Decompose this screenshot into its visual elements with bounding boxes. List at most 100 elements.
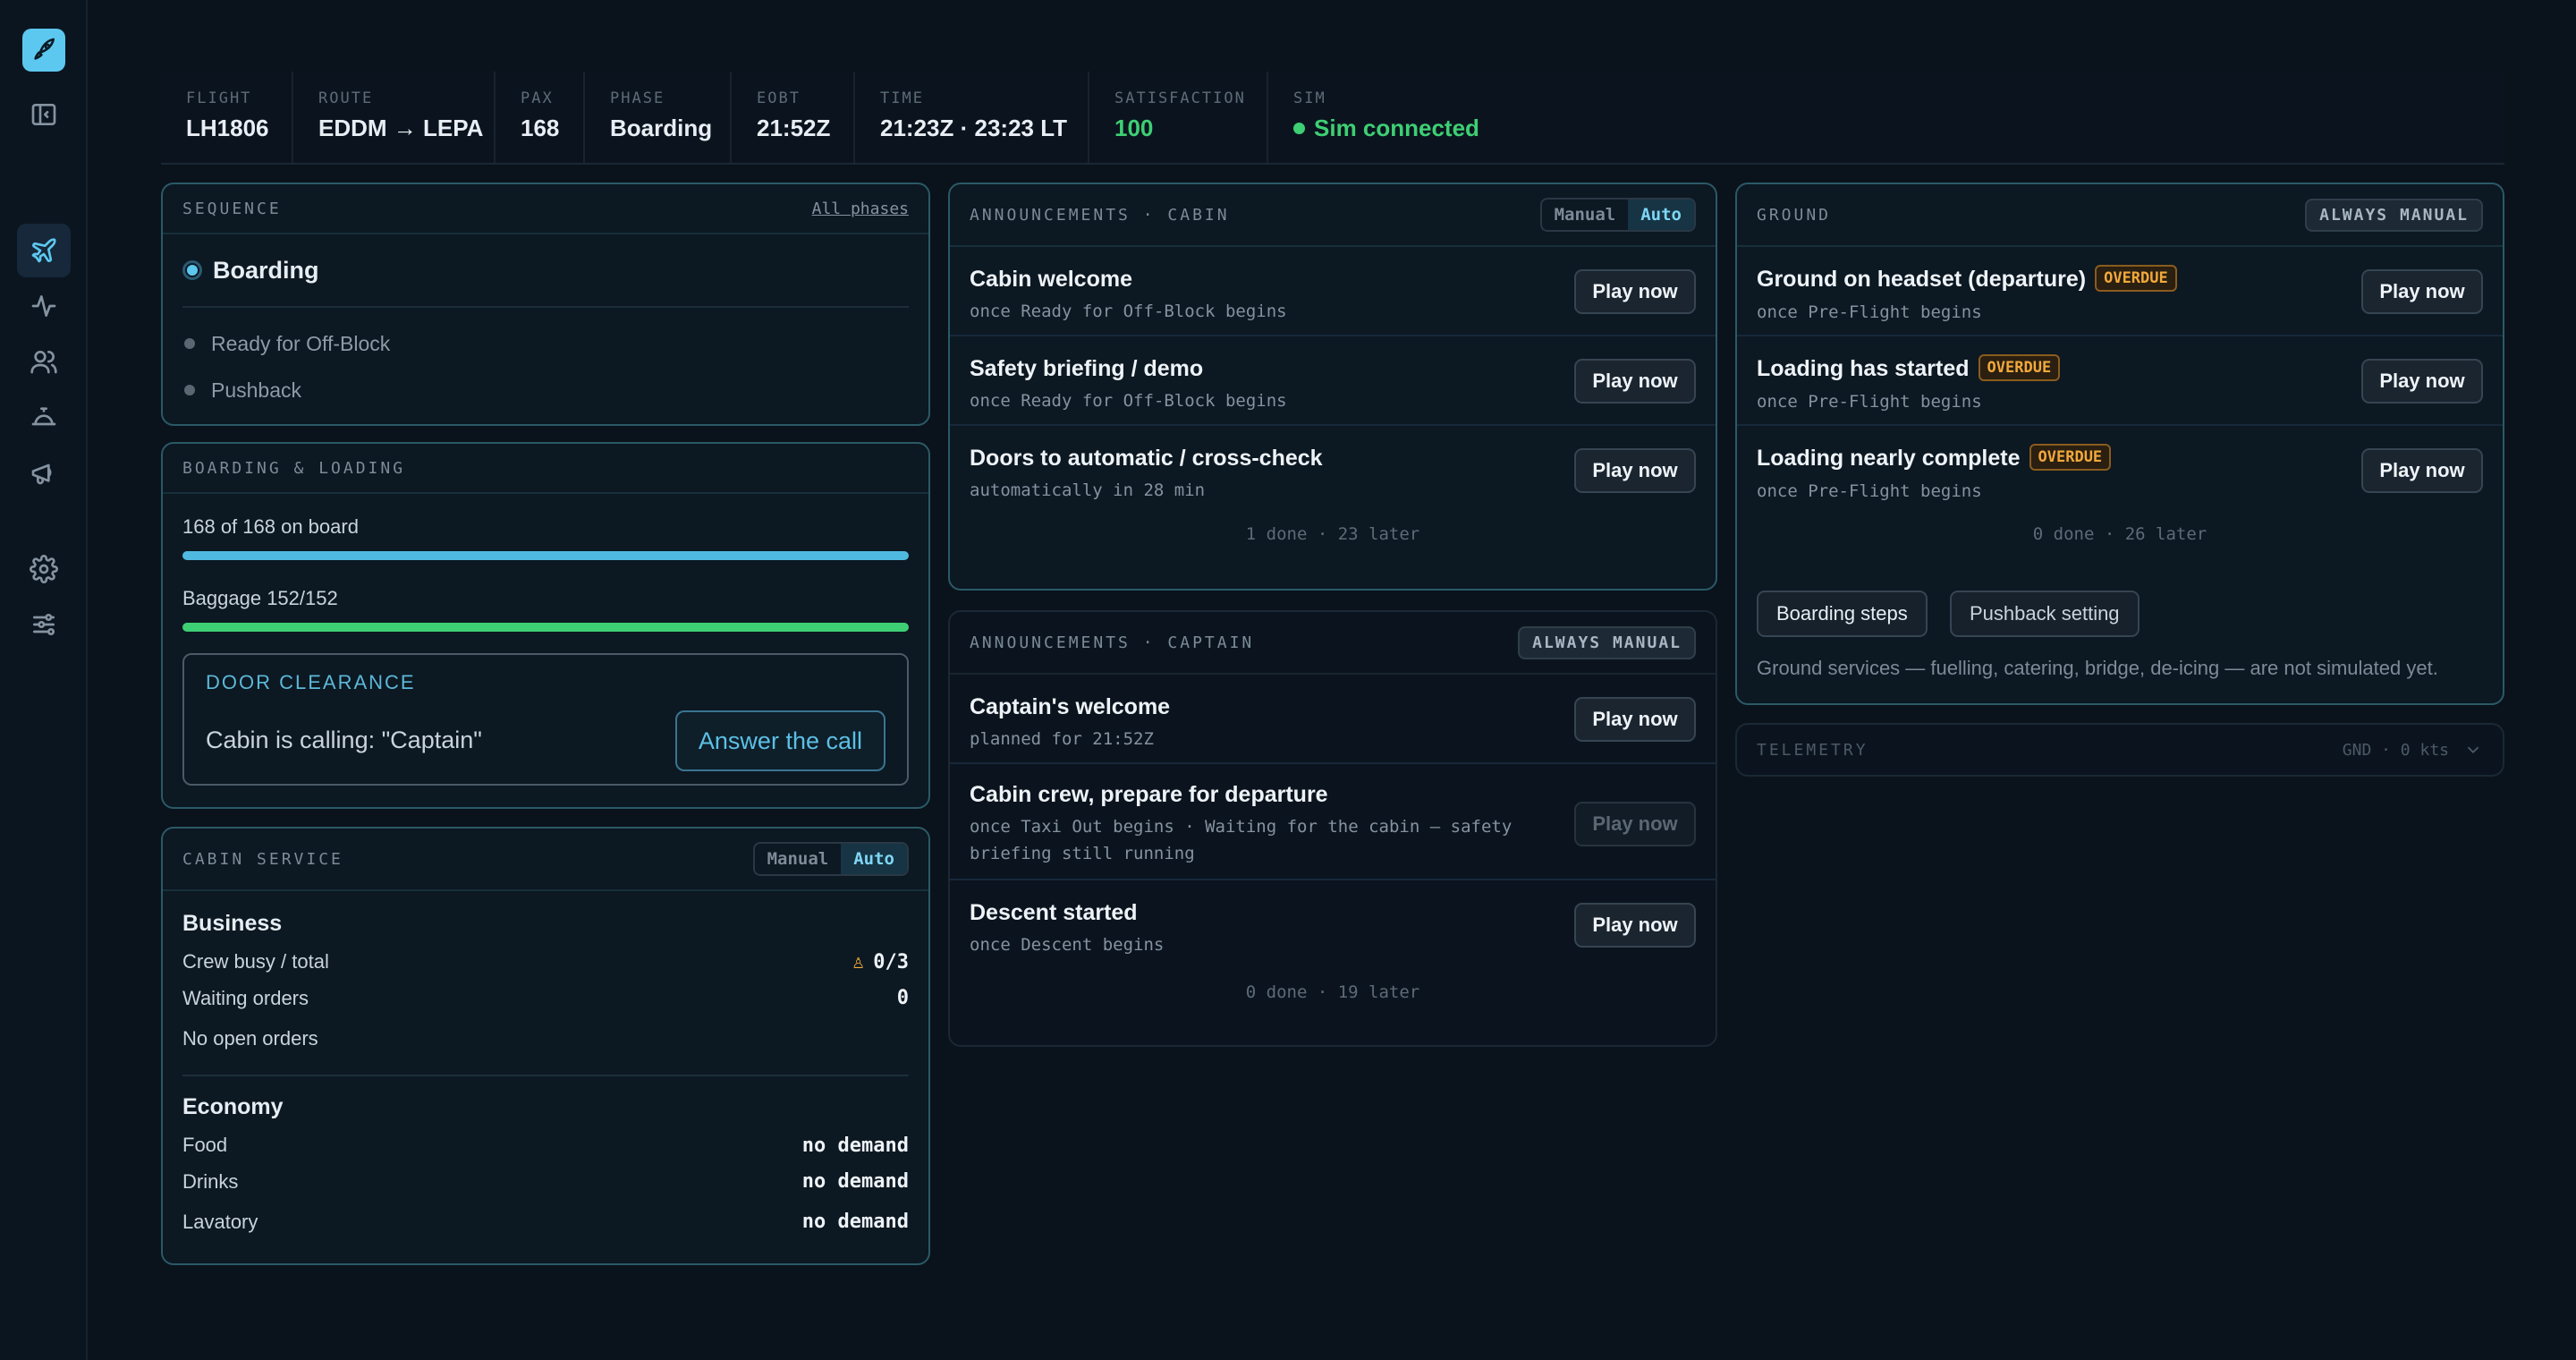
pending-dot [184, 385, 195, 395]
cabin-service-title: CABIN SERVICE [182, 849, 343, 869]
baggage-label: Baggage 152/152 [182, 587, 338, 609]
play-now-button[interactable]: Play now [1574, 697, 1696, 742]
baggage-progress-fill [182, 623, 909, 632]
sidebar [0, 0, 88, 1360]
overdue-badge: OVERDUE [1978, 354, 2061, 382]
nav-passengers[interactable] [17, 335, 71, 388]
mode-manual-option[interactable]: Manual [1542, 200, 1629, 230]
panel-left-icon [31, 104, 56, 125]
nav-announcements[interactable] [17, 446, 71, 499]
announcement-item: Cabin welcome once Ready for Off-Block b… [950, 247, 1716, 336]
current-phase: Boarding [163, 234, 928, 306]
pushback-setting-button[interactable]: Pushback setting [1950, 591, 2140, 637]
ground-title: GROUND [1757, 205, 1832, 225]
header-satisfaction: SATISFACTION 100 [1089, 72, 1268, 163]
rocket-icon [34, 38, 55, 60]
telemetry-summary: GND · 0 kts [2342, 740, 2449, 760]
cabin-announcements-mode-toggle: Manual Auto [1539, 198, 1696, 232]
pax-progress-fill [182, 551, 909, 560]
play-now-button[interactable]: Play now [1574, 359, 1696, 404]
announcement-item: Descent started once Descent begins Play… [950, 880, 1716, 970]
cabin-service-panel: CABIN SERVICE Manual Auto Business Crew … [161, 827, 930, 1265]
overdue-badge: OVERDUE [2029, 444, 2112, 472]
telemetry-panel[interactable]: TELEMETRY GND · 0 kts [1735, 723, 2504, 777]
sim-status-dot [1293, 122, 1305, 134]
header-phase: PHASE Boarding [585, 72, 732, 163]
sequence-title: SEQUENCE [182, 199, 282, 218]
announcement-item: Cabin crew, prepare for departure once T… [950, 764, 1716, 880]
service-bell-icon [31, 407, 56, 426]
cabin-announcements-panel: ANNOUNCEMENTS · CABIN Manual Auto Cabin … [948, 183, 1717, 591]
announcement-item: Captain's welcome planned for 21:52Z Pla… [950, 675, 1716, 764]
gear-icon [30, 555, 58, 583]
ground-footer: 0 done · 26 later [2032, 524, 2207, 544]
captain-announcements-title: ANNOUNCEMENTS · CAPTAIN [970, 633, 1255, 652]
pax-progress-bar [182, 551, 909, 560]
nav-activity[interactable] [17, 279, 71, 333]
overdue-badge: OVERDUE [2095, 265, 2177, 293]
waiting-orders-row: Waiting orders 0 [182, 986, 909, 1010]
always-manual-badge: ALWAYS MANUAL [2305, 198, 2483, 232]
play-now-button[interactable]: Play now [2361, 448, 2483, 493]
header-sim: SIM Sim connected [1293, 89, 1479, 141]
boarding-steps-button[interactable]: Boarding steps [1757, 591, 1928, 637]
pax-onboard-label: 168 of 168 on board [182, 515, 359, 538]
play-now-button[interactable]: Play now [2361, 269, 2483, 314]
ground-services-note: Ground services — fuelling, catering, br… [1757, 657, 2438, 679]
door-clearance-title: DOOR CLEARANCE [206, 671, 416, 693]
all-phases-link[interactable]: All phases [812, 200, 909, 218]
economy-row: Lavatory no demand [182, 1210, 909, 1234]
boarding-title: BOARDING & LOADING [182, 458, 406, 478]
crew-icon: ♙ [852, 950, 865, 973]
captain-announcements-panel: ANNOUNCEMENTS · CAPTAIN ALWAYS MANUAL Ca… [948, 610, 1717, 1047]
boarding-panel: BOARDING & LOADING 168 of 168 on board B… [161, 442, 930, 809]
header-flight: FLIGHT LH1806 [161, 72, 293, 163]
sliders-icon [33, 614, 55, 635]
header-route: ROUTE EDDM → LEPA [293, 72, 496, 163]
crew-busy-row: Crew busy / total ♙ 0/3 [182, 950, 909, 973]
nav-service[interactable] [17, 390, 71, 444]
baggage-progress-bar [182, 623, 909, 632]
sequence-item: Pushback [163, 367, 928, 413]
announcement-item: Doors to automatic / cross-check automat… [950, 426, 1716, 515]
ground-item: Loading nearly complete OVERDUE once Pre-… [1737, 426, 2503, 515]
header-eobt: EOBT 21:52Z [732, 72, 855, 163]
mode-manual-option[interactable]: Manual [755, 844, 842, 874]
mode-auto-option[interactable]: Auto [1628, 200, 1694, 230]
telemetry-title: TELEMETRY [1757, 740, 1868, 760]
ground-item: Loading has started OVERDUE once Pre-Flig… [1737, 336, 2503, 426]
users-icon [30, 351, 57, 374]
flight-header: FLIGHT LH1806 ROUTE EDDM → LEPA PAX 168 … [161, 72, 2504, 165]
sequence-panel: SEQUENCE All phases Boarding Ready for O… [161, 183, 930, 426]
sequence-item: Ready for Off-Block [163, 320, 928, 367]
economy-section: Economy Food no demand Drinks no demand … [163, 1094, 928, 1242]
plane-icon [31, 238, 56, 263]
pending-dot [184, 338, 195, 349]
header-time: TIME 21:23Z · 23:23 LT [855, 72, 1089, 163]
cabin-service-mode-toggle: Manual Auto [752, 842, 909, 876]
cabin-announcements-footer: 1 done · 23 later [1245, 524, 1420, 544]
toggle-sidebar-button[interactable] [17, 88, 71, 141]
header-pax: PAX 168 [496, 72, 585, 163]
nav-flight[interactable] [17, 224, 71, 277]
megaphone-icon [31, 463, 52, 485]
nav-adjustments[interactable] [17, 598, 71, 651]
cabin-announcements-title: ANNOUNCEMENTS · CABIN [970, 205, 1230, 225]
current-phase-indicator [182, 260, 202, 280]
ground-item: Ground on headset (departure) OVERDUE onc… [1737, 247, 2503, 336]
nav-settings[interactable] [17, 542, 71, 596]
play-now-button-disabled[interactable]: Play now [1574, 802, 1696, 846]
announcement-item: Safety briefing / demo once Ready for Of… [950, 336, 1716, 426]
always-manual-badge: ALWAYS MANUAL [1518, 625, 1696, 659]
mode-auto-option[interactable]: Auto [841, 844, 907, 874]
ground-panel: GROUND ALWAYS MANUAL Ground on headset (… [1735, 183, 2504, 705]
play-now-button[interactable]: Play now [2361, 359, 2483, 404]
play-now-button[interactable]: Play now [1574, 448, 1696, 493]
activity-icon [31, 295, 56, 317]
app-logo[interactable] [22, 29, 65, 72]
play-now-button[interactable]: Play now [1574, 903, 1696, 948]
answer-call-button[interactable]: Answer the call [674, 710, 886, 771]
chevron-down-icon[interactable] [2463, 740, 2483, 760]
captain-announcements-footer: 0 done · 19 later [1245, 982, 1420, 1002]
play-now-button[interactable]: Play now [1574, 269, 1696, 314]
